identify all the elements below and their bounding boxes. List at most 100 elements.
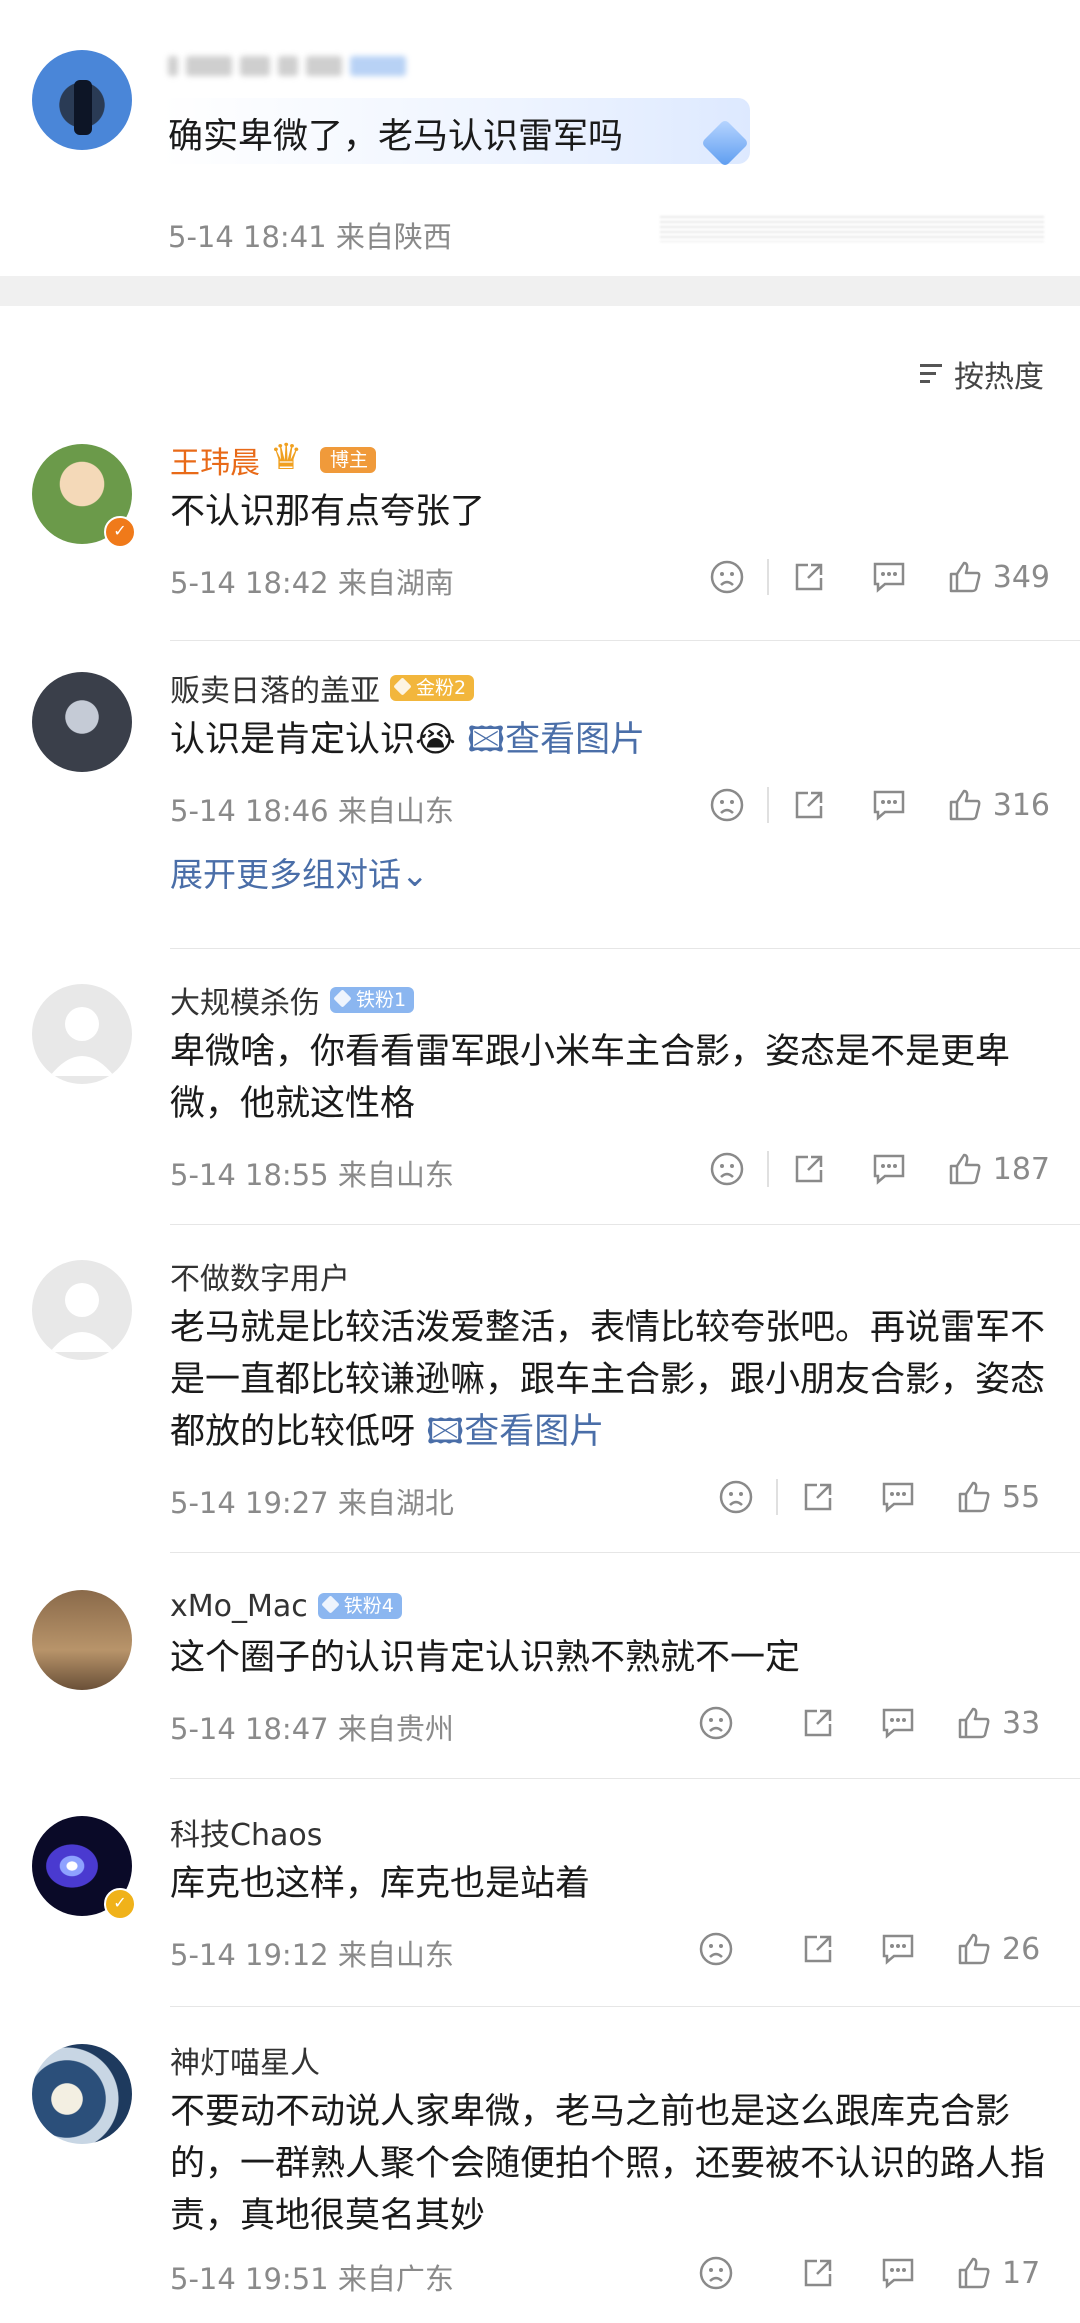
comment-location: 来自山东 xyxy=(337,1938,454,1972)
commenter-name[interactable]: xMo_Mac xyxy=(170,1589,308,1624)
verified-badge-icon: ✓ xyxy=(104,516,136,548)
sad-face-icon[interactable] xyxy=(696,2253,736,2293)
sort-label: 按热度 xyxy=(954,360,1044,395)
top-post: 确实卑微了，老马认识雷军吗 5-14 18:41 来自陕西 xyxy=(0,0,1080,276)
top-post-text: 确实卑微了，老马认识雷军吗 xyxy=(168,117,624,157)
share-icon[interactable] xyxy=(798,1929,838,1969)
avatar[interactable] xyxy=(32,1260,132,1360)
sad-face-icon[interactable] xyxy=(707,557,747,597)
share-icon[interactable] xyxy=(789,557,829,597)
fan-badge: 铁粉1 xyxy=(330,987,415,1013)
like-count: 349 xyxy=(992,559,1050,595)
comment-location: 来自山东 xyxy=(337,794,454,828)
commenter-name[interactable]: 王玮晨 xyxy=(170,438,260,482)
crown-icon xyxy=(270,437,310,478)
commenter-name[interactable]: 神灯喵星人 xyxy=(170,2038,320,2082)
sad-face-icon[interactable] xyxy=(716,1477,756,1517)
comment-meta: 5-14 18:55 来自山东 xyxy=(170,1152,454,1194)
like-count: 187 xyxy=(992,1151,1050,1187)
like-count: 55 xyxy=(1002,1479,1041,1515)
comment-meta: 5-14 18:46 来自山东 xyxy=(170,788,454,830)
share-icon[interactable] xyxy=(798,1477,838,1517)
expand-conversation-link[interactable]: 展开更多组对话⌄ xyxy=(170,848,1050,896)
reply-bubble-icon[interactable] xyxy=(878,1929,918,1969)
thumbs-up-icon[interactable] xyxy=(945,785,985,825)
comment-time: 5-14 18:42 xyxy=(170,566,329,600)
avatar[interactable] xyxy=(32,2044,132,2144)
section-divider xyxy=(0,276,1080,306)
reply-bubble-icon[interactable] xyxy=(869,785,909,825)
avatar[interactable] xyxy=(32,1590,132,1690)
sad-face-icon[interactable] xyxy=(707,1149,747,1189)
comment-location: 来自湖北 xyxy=(337,1486,454,1520)
comment-text: 卑微啥，你看看雷军跟小米车主合影，姿态是不是更卑微，他就这性格 xyxy=(170,1032,1011,1124)
top-post-time: 5-14 18:41 xyxy=(168,220,327,254)
avatar[interactable] xyxy=(32,672,132,772)
view-image-label[interactable]: 查看图片 xyxy=(464,1412,604,1452)
thumbs-up-icon[interactable] xyxy=(945,557,985,597)
comment-text-body: 认识是肯定认识😭 xyxy=(170,720,456,760)
comment-meta: 5-14 18:47 来自贵州 xyxy=(170,1706,454,1748)
share-icon[interactable] xyxy=(789,785,829,825)
view-image-label[interactable]: 查看图片 xyxy=(505,720,645,760)
comment-text: 老马就是比较活泼爱整活，表情比较夸张吧。再说雷军不是一直都比较谦逊嘛，跟车主合影… xyxy=(170,1302,1050,1458)
fan-badge: 金粉2 xyxy=(390,675,475,701)
reply-bubble-icon[interactable] xyxy=(878,1703,918,1743)
comment-meta: 5-14 19:27 来自湖北 xyxy=(170,1480,454,1522)
comment-text: 认识是肯定认识😭 🖾查看图片 xyxy=(170,714,1050,766)
comment-time: 5-14 19:51 xyxy=(170,2262,329,2296)
comment-text: 不要动不动说人家卑微，老马之前也是这么跟库克合影的，一群熟人聚个会随便拍个照，还… xyxy=(170,2092,1046,2236)
reply-bubble-icon[interactable] xyxy=(869,1149,909,1189)
sad-face-icon[interactable] xyxy=(707,785,747,825)
like-count: 33 xyxy=(1002,1705,1041,1741)
blurred-username xyxy=(168,56,406,76)
sort-button[interactable]: 按热度 xyxy=(920,352,1044,396)
comment-time: 5-14 19:12 xyxy=(170,1938,329,1972)
view-image-link[interactable]: 🖾查看图片 xyxy=(426,1412,604,1452)
share-icon[interactable] xyxy=(798,1703,838,1743)
view-image-link[interactable]: 🖾查看图片 xyxy=(467,720,645,760)
thumbs-up-icon[interactable] xyxy=(954,1703,994,1743)
comment-text: 不认识那有点夸张了 xyxy=(170,492,486,532)
share-icon[interactable] xyxy=(789,1149,829,1189)
comment-meta: 5-14 18:42 来自湖南 xyxy=(170,560,454,602)
reply-bubble-icon[interactable] xyxy=(878,1477,918,1517)
blurred-watermark xyxy=(660,216,1044,242)
commenter-name[interactable]: 科技Chaos xyxy=(170,1810,322,1854)
comment-location: 来自山东 xyxy=(337,1158,454,1192)
like-count: 316 xyxy=(992,787,1050,823)
comment-time: 5-14 19:27 xyxy=(170,1486,329,1520)
verified-badge-icon: ✓ xyxy=(104,1888,136,1920)
sad-face-icon[interactable] xyxy=(696,1703,736,1743)
reply-bubble-icon[interactable] xyxy=(869,557,909,597)
commenter-name[interactable]: 不做数字用户 xyxy=(170,1254,350,1298)
thumbs-up-icon[interactable] xyxy=(954,2253,994,2293)
share-icon[interactable] xyxy=(798,2253,838,2293)
comment-time: 5-14 18:46 xyxy=(170,794,329,828)
reply-bubble-icon[interactable] xyxy=(878,2253,918,2293)
comment-text: 这个圈子的认识肯定认识熟不熟就不一定 xyxy=(170,1638,801,1678)
comment-text: 库克也这样，库克也是站着 xyxy=(170,1864,591,1904)
thumbs-up-icon[interactable] xyxy=(954,1477,994,1517)
comment-location: 来自贵州 xyxy=(337,1712,454,1746)
like-count: 17 xyxy=(1002,2255,1041,2291)
comment-text-body: 老马就是比较活泼爱整活，表情比较夸张吧。再说雷军不是一直都比较谦逊嘛，跟车主合影… xyxy=(170,1308,1046,1452)
comment-meta: 5-14 19:12 来自山东 xyxy=(170,1932,454,1974)
top-post-meta: 5-14 18:41 来自陕西 xyxy=(168,214,452,256)
comment-time: 5-14 18:47 xyxy=(170,1712,329,1746)
sad-face-icon[interactable] xyxy=(696,1929,736,1969)
like-count: 26 xyxy=(1002,1931,1041,1967)
fan-badge: 铁粉4 xyxy=(317,1593,402,1619)
comment-location: 来自广东 xyxy=(337,2262,454,2296)
commenter-name[interactable]: 贩卖日落的盖亚 xyxy=(170,666,380,710)
commenter-name[interactable]: 大规模杀伤 xyxy=(170,978,320,1022)
comment-time: 5-14 18:55 xyxy=(170,1158,329,1192)
avatar[interactable] xyxy=(32,984,132,1084)
thumbs-up-icon[interactable] xyxy=(945,1149,985,1189)
comment-meta: 5-14 19:51 来自广东 xyxy=(170,2256,454,2298)
thumbs-up-icon[interactable] xyxy=(954,1929,994,1969)
sort-icon xyxy=(920,361,948,387)
comment-location: 来自湖南 xyxy=(337,566,454,600)
avatar[interactable] xyxy=(32,50,132,150)
top-post-location: 来自陕西 xyxy=(335,220,452,254)
